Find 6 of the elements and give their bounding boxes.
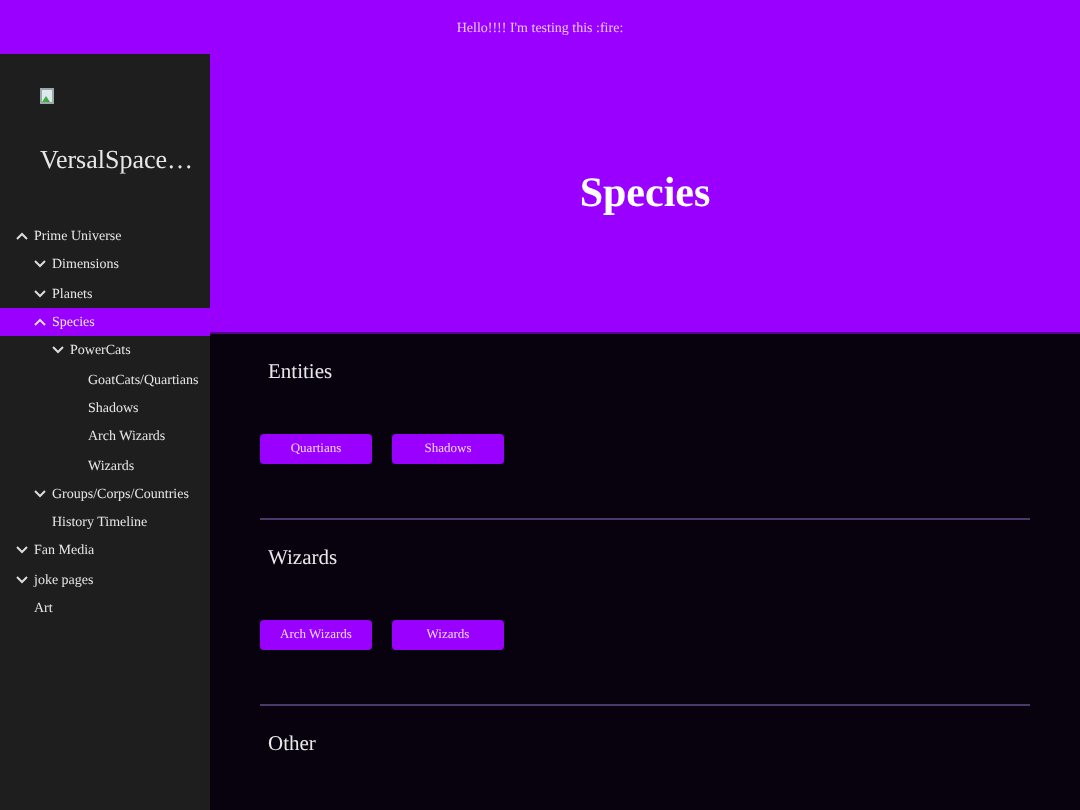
section-heading: Wizards	[268, 548, 340, 570]
section-heading: Other	[268, 734, 318, 756]
page-title: Species	[579, 168, 711, 218]
site-title: VersalSpace…	[40, 144, 196, 176]
broken-image-icon	[40, 88, 54, 104]
section-heading: Entities	[268, 362, 335, 384]
